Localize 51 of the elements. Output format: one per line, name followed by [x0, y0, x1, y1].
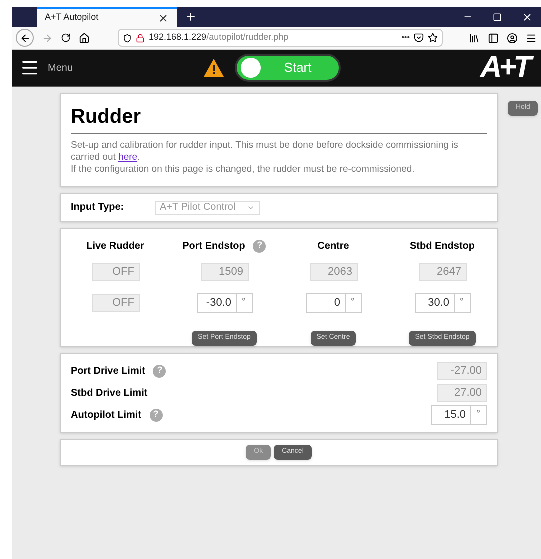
- page-title: Rudder: [71, 102, 487, 134]
- limit-label: Port Drive Limit: [71, 364, 146, 378]
- switch-knob: [241, 58, 262, 78]
- angle-input[interactable]: 15.0: [431, 405, 471, 425]
- pocket-icon[interactable]: [414, 33, 424, 43]
- library-icon[interactable]: [469, 32, 480, 44]
- readout-field: OFF: [92, 263, 140, 281]
- angle-input[interactable]: 0: [306, 293, 346, 313]
- close-icon[interactable]: [522, 12, 533, 22]
- menu-button[interactable]: Menu: [20, 58, 74, 78]
- account-icon[interactable]: [507, 32, 518, 44]
- readout-field: 27.00: [437, 384, 487, 402]
- column-heading: Centre: [318, 240, 350, 254]
- maximize-icon[interactable]: [493, 12, 502, 22]
- bookmark-icon[interactable]: [428, 33, 438, 43]
- home-icon[interactable]: [79, 32, 90, 44]
- unit-label: °: [346, 293, 362, 313]
- readout-field: 1509: [200, 263, 248, 281]
- more-icon[interactable]: •••: [402, 32, 410, 44]
- insecure-lock-icon: [136, 34, 145, 42]
- sidebar-icon[interactable]: [488, 32, 499, 44]
- unit-label: °: [471, 405, 487, 425]
- input-type-select[interactable]: A+T Pilot Control: [155, 200, 260, 214]
- back-arrow-icon: [20, 32, 30, 44]
- intro-text: Set-up and calibration for rudder input. This must be done before dockside commissioning is carried out here.: [71, 140, 460, 164]
- input-type-label: Input Type:: [71, 201, 126, 215]
- readout-field: OFF: [92, 294, 140, 312]
- unit-label: °: [454, 293, 470, 313]
- warning-text: If the configuration on this page is changed, the rudder must be re-commissioned.: [71, 164, 416, 176]
- reload-icon[interactable]: [61, 33, 71, 43]
- url-text: 192.168.1.229/autopilot/rudder.php: [149, 31, 289, 44]
- angle-input[interactable]: 30.0: [414, 293, 454, 313]
- shield-icon: [123, 34, 132, 42]
- close-icon[interactable]: [158, 12, 169, 24]
- address-bar[interactable]: 192.168.1.229/autopilot/rudder.php •••: [118, 29, 443, 47]
- menu-icon[interactable]: [526, 32, 537, 44]
- unit-label: °: [236, 293, 252, 313]
- column-heading: Stbd Endstop: [410, 240, 475, 254]
- back-button[interactable]: [16, 29, 34, 47]
- browser-tab[interactable]: A+T Autopilot: [37, 7, 177, 27]
- limit-label: Autopilot Limit: [71, 408, 142, 422]
- readout-field: -27.00: [437, 362, 487, 380]
- column-heading: Live Rudder: [86, 240, 144, 254]
- column-heading: Port Endstop: [182, 240, 246, 254]
- here-link[interactable]: here: [118, 152, 138, 163]
- readout-field: 2647: [418, 263, 466, 281]
- warning-icon: [203, 58, 226, 78]
- readout-field: 2063: [310, 263, 358, 281]
- new-tab-icon[interactable]: [185, 11, 197, 23]
- limit-label: Stbd Drive Limit: [71, 386, 148, 400]
- angle-input[interactable]: -30.0: [196, 293, 236, 313]
